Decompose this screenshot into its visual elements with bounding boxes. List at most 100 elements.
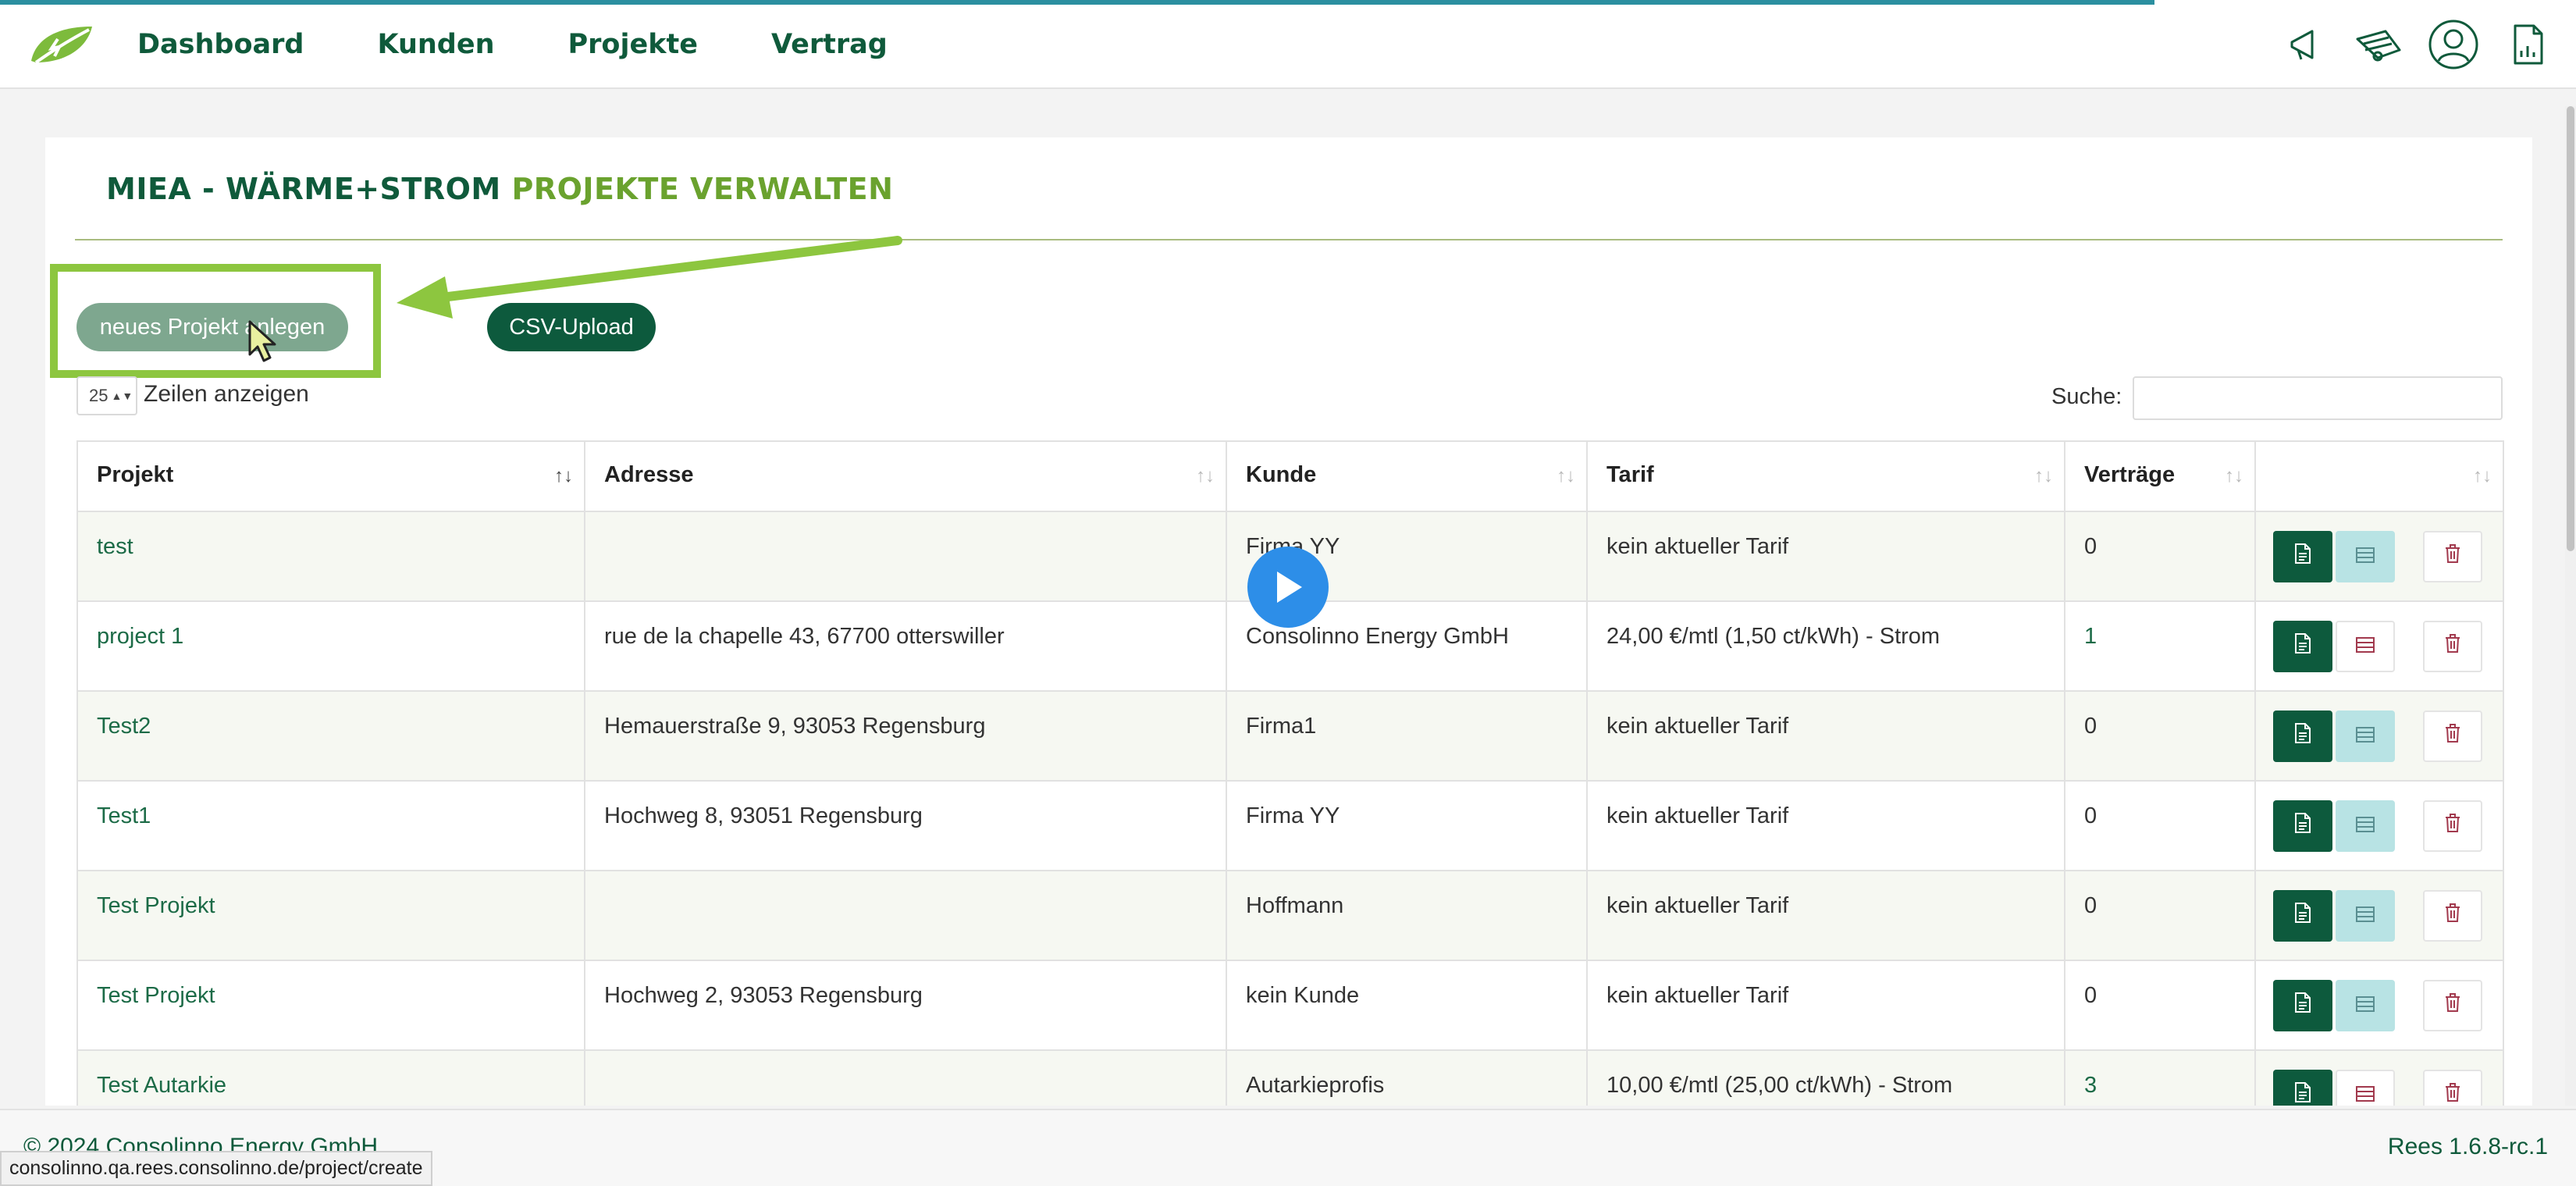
delete-button[interactable]: [2423, 1070, 2482, 1106]
document-icon[interactable]: [2501, 17, 2556, 72]
project-name-link[interactable]: project 1: [76, 600, 585, 692]
contracts-list-button[interactable]: [2336, 621, 2395, 672]
main-nav: Dashboard Kunden Projekte Vertrag: [137, 0, 961, 89]
user-circle-icon[interactable]: [2426, 17, 2481, 72]
delete-button[interactable]: [2423, 800, 2482, 852]
edit-document-button[interactable]: [2273, 621, 2332, 672]
trash-icon: [2444, 633, 2461, 660]
delete-button[interactable]: [2423, 621, 2482, 672]
megaphone-icon[interactable]: [2276, 17, 2331, 72]
page-length-label: Zeilen anzeigen: [144, 381, 309, 407]
trash-icon: [2444, 723, 2461, 750]
delete-button[interactable]: [2423, 531, 2482, 582]
contracts-list-button[interactable]: [2336, 980, 2395, 1031]
sort-arrows-icon: ↑↓: [554, 465, 573, 486]
project-name-link[interactable]: test: [76, 511, 585, 602]
edit-document-button[interactable]: [2273, 1070, 2332, 1106]
delete-button[interactable]: [2423, 980, 2482, 1031]
table-header-row: Projekt ↑↓ Adresse ↑↓ Kunde ↑↓ Tarif ↑↓ Vert…: [76, 440, 2504, 512]
top-icon-bar: [2276, 0, 2576, 89]
project-address: Hemauerstraße 9, 93053 Regensburg: [584, 690, 1227, 782]
search-label: Suche:: [2051, 384, 2122, 409]
project-address: [584, 511, 1227, 602]
contracts-list-button[interactable]: [2336, 531, 2395, 582]
list-icon: [2355, 544, 2375, 570]
mouse-cursor-icon: [248, 320, 276, 362]
project-tariff: kein aktueller Tarif: [1586, 690, 2065, 782]
page-scrollbar[interactable]: [2565, 106, 2576, 1106]
column-header-actions[interactable]: ↑↓: [2254, 440, 2504, 512]
project-name-link[interactable]: Test Projekt: [76, 960, 585, 1051]
row-actions: [2254, 870, 2504, 961]
project-customer: kein Kunde: [1226, 960, 1588, 1051]
document-icon: [2293, 902, 2312, 930]
project-tariff: kein aktueller Tarif: [1586, 780, 2065, 871]
scrollbar-thumb[interactable]: [2567, 106, 2574, 551]
sort-arrows-icon: ↑↓: [1196, 465, 1215, 486]
table-row: Test Projekt Hoffmann kein aktueller Tarif…: [76, 870, 2504, 961]
project-customer: Autarkieprofis: [1226, 1049, 1588, 1106]
table-row: Test Projekt Hochweg 2, 93053 Regensburg k…: [76, 960, 2504, 1051]
contracts-list-button[interactable]: [2336, 711, 2395, 762]
nav-kunden[interactable]: Kunden: [377, 29, 494, 60]
column-header-tarif[interactable]: Tarif ↑↓: [1586, 440, 2065, 512]
project-name-link[interactable]: Test Autarkie: [76, 1049, 585, 1106]
nav-vertrag[interactable]: Vertrag: [771, 29, 888, 60]
delete-button[interactable]: [2423, 711, 2482, 762]
project-address: rue de la chapelle 43, 67700 otterswille…: [584, 600, 1227, 692]
browser-status-url: consolinno.qa.rees.consolinno.de/project…: [0, 1151, 432, 1186]
edit-document-button[interactable]: [2273, 980, 2332, 1031]
project-name-link[interactable]: Test2: [76, 690, 585, 782]
leaf-logo-icon[interactable]: [28, 23, 95, 66]
edit-document-button[interactable]: [2273, 711, 2332, 762]
version-text: Rees 1.6.8-rc.1: [2387, 1134, 2548, 1159]
column-header-adresse[interactable]: Adresse ↑↓: [584, 440, 1227, 512]
video-play-button[interactable]: [1247, 547, 1329, 628]
search-input[interactable]: [2133, 376, 2503, 420]
edit-document-button[interactable]: [2273, 531, 2332, 582]
edit-document-button[interactable]: [2273, 890, 2332, 942]
project-address: [584, 1049, 1227, 1106]
project-name-link[interactable]: Test Projekt: [76, 870, 585, 961]
table-row: Test2 Hemauerstraße 9, 93053 Regensburg Fi…: [76, 690, 2504, 782]
nav-projekte[interactable]: Projekte: [568, 29, 698, 60]
top-navbar: Dashboard Kunden Projekte Vertrag: [0, 0, 2576, 89]
sort-arrows-icon: ↑↓: [2225, 465, 2243, 486]
project-contracts-count: 0: [2064, 870, 2256, 961]
page-length-select[interactable]: 25 ▲▼: [76, 376, 137, 415]
table-row: Test1 Hochweg 8, 93051 Regensburg Firma YY…: [76, 780, 2504, 871]
tutorial-highlight-box: [50, 264, 381, 378]
contracts-list-button[interactable]: [2336, 890, 2395, 942]
sort-arrows-icon: ↑↓: [1557, 465, 1575, 486]
trash-icon: [2444, 992, 2461, 1019]
project-address: Hochweg 8, 93051 Regensburg: [584, 780, 1227, 871]
column-header-kunde[interactable]: Kunde ↑↓: [1226, 440, 1588, 512]
column-header-projekt[interactable]: Projekt ↑↓: [76, 440, 585, 512]
document-icon: [2293, 812, 2312, 840]
project-contracts-count[interactable]: 3: [2064, 1049, 2256, 1106]
delete-button[interactable]: [2423, 890, 2482, 942]
page-title-part2: PROJEKTE VERWALTEN: [511, 172, 894, 206]
edit-document-button[interactable]: [2273, 800, 2332, 852]
project-customer: Firma YY: [1226, 780, 1588, 871]
project-contracts-count: 0: [2064, 511, 2256, 602]
document-icon: [2293, 722, 2312, 750]
tutorial-arrow-icon: [397, 236, 902, 319]
document-icon: [2293, 992, 2312, 1020]
project-tariff: kein aktueller Tarif: [1586, 870, 2065, 961]
project-address: Hochweg 2, 93053 Regensburg: [584, 960, 1227, 1051]
project-tariff: kein aktueller Tarif: [1586, 511, 2065, 602]
column-header-vertraege[interactable]: Verträge ↑↓: [2064, 440, 2256, 512]
list-icon: [2355, 903, 2375, 929]
project-address: [584, 870, 1227, 961]
project-contracts-count[interactable]: 1: [2064, 600, 2256, 692]
contracts-list-button[interactable]: [2336, 800, 2395, 852]
tractor-icon[interactable]: [2351, 17, 2406, 72]
row-actions: [2254, 1049, 2504, 1106]
contracts-list-button[interactable]: [2336, 1070, 2395, 1106]
trash-icon: [2444, 1082, 2461, 1106]
document-icon: [2293, 632, 2312, 661]
select-arrows-icon: ▲▼: [111, 390, 133, 402]
nav-dashboard[interactable]: Dashboard: [137, 29, 304, 60]
project-name-link[interactable]: Test1: [76, 780, 585, 871]
